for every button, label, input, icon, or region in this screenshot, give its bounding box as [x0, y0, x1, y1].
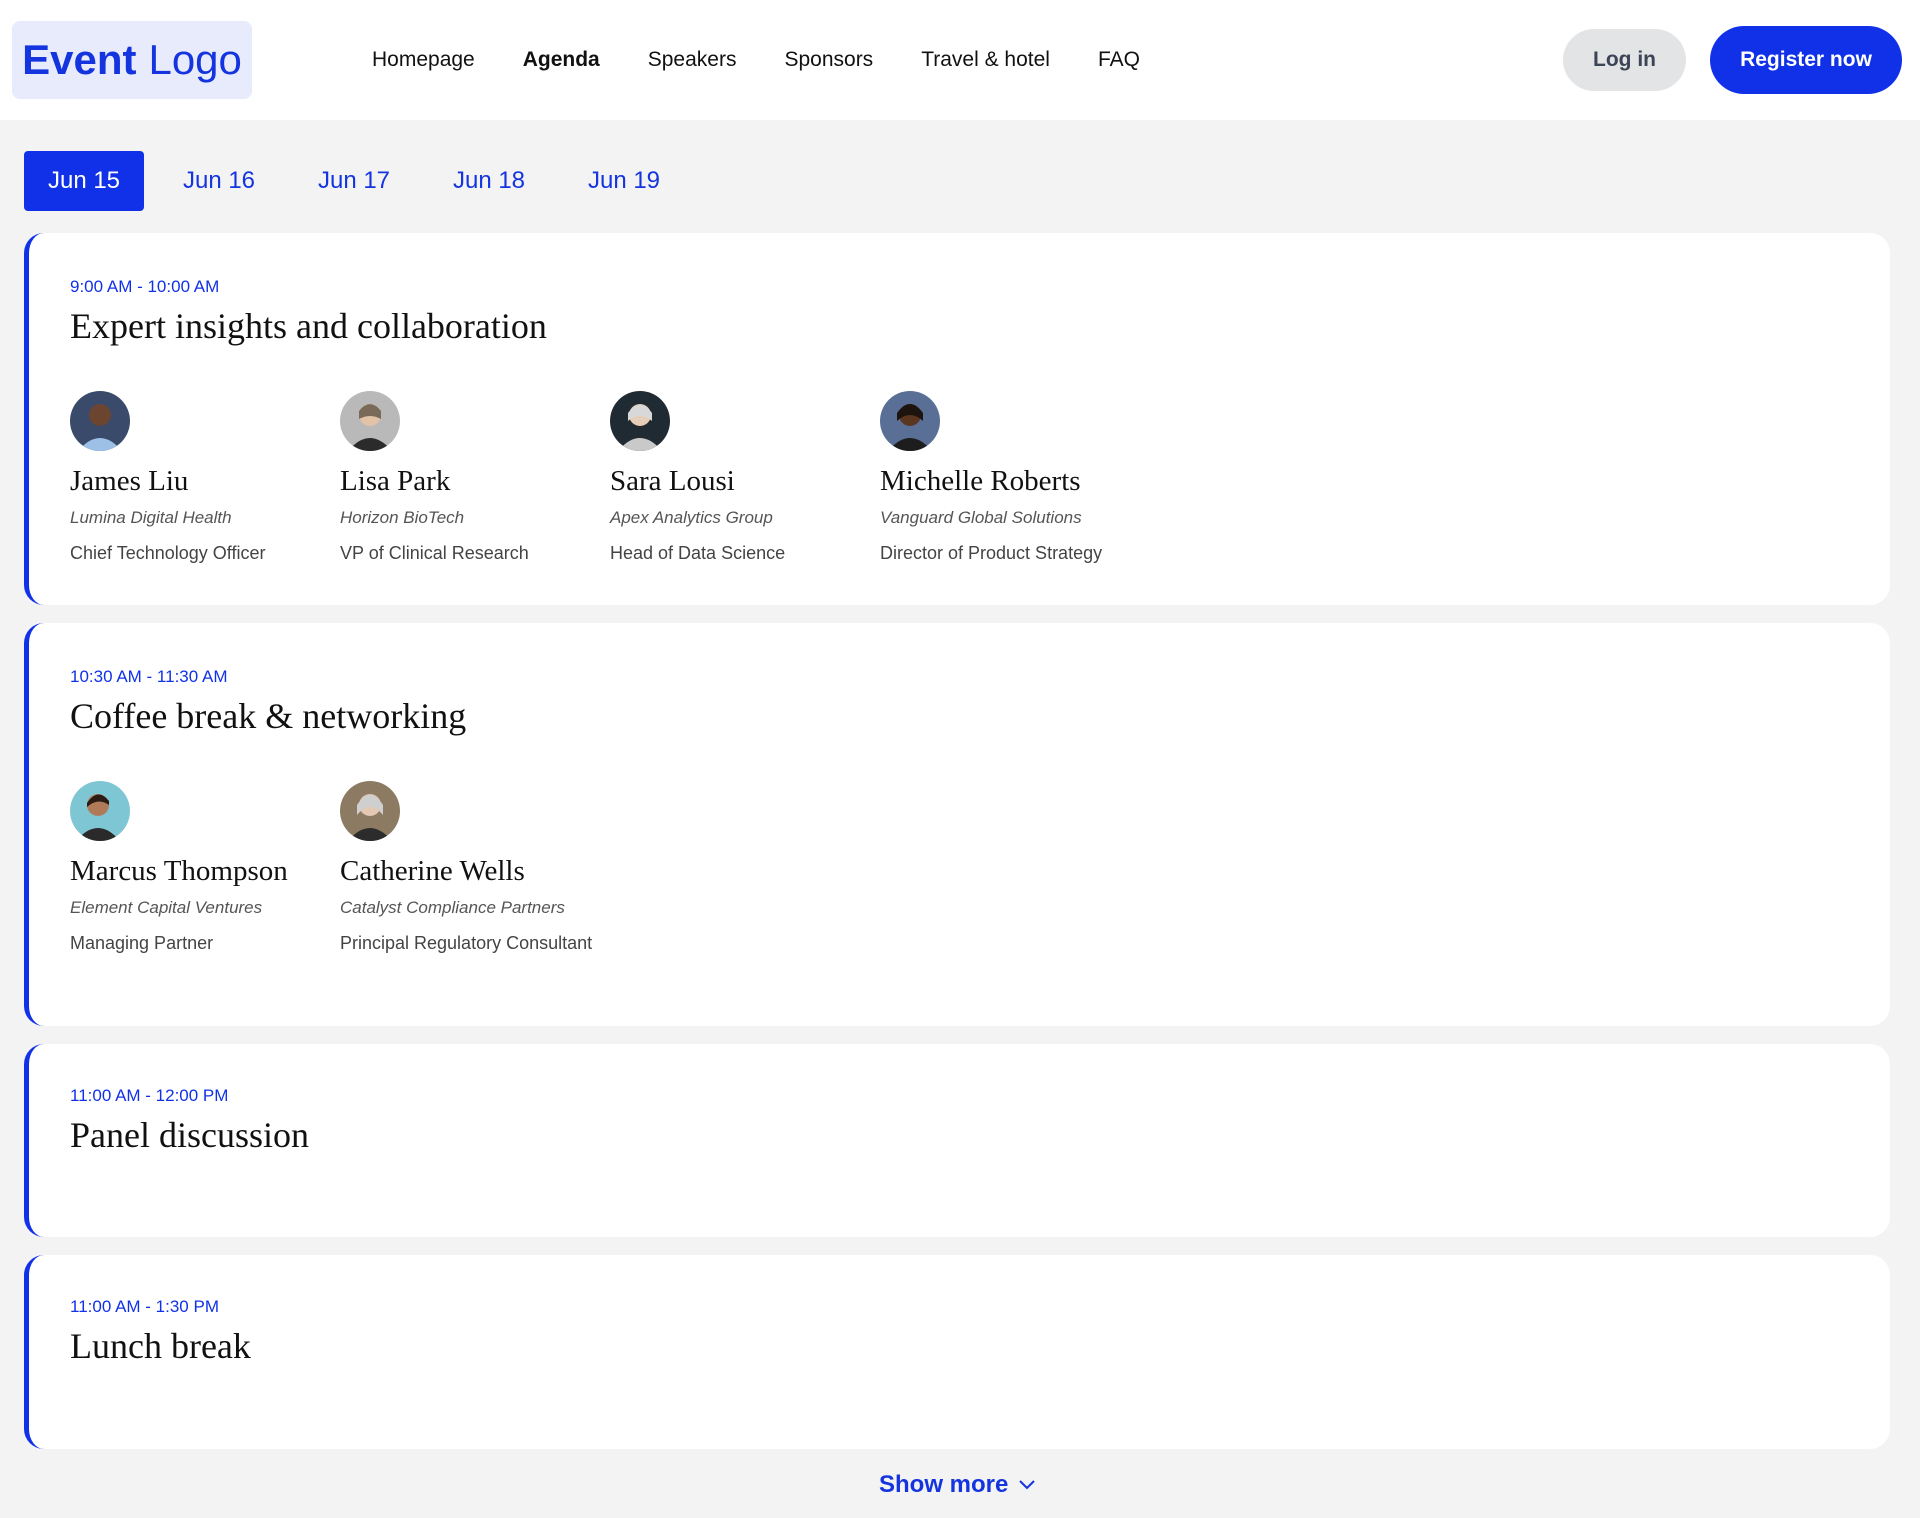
speaker-avatar	[340, 391, 400, 451]
event-logo[interactable]: Event Logo	[12, 21, 252, 99]
speaker-role: Chief Technology Officer	[70, 543, 266, 563]
speaker-organization: Element Capital Ventures	[70, 898, 263, 917]
session-time: 9:00 AM - 10:00 AM	[70, 277, 220, 296]
speaker-card[interactable]: Sara Lousi Apex Analytics Group Head of …	[610, 391, 880, 569]
register-button[interactable]: Register now	[1710, 26, 1902, 94]
date-tabs: Jun 15 Jun 16 Jun 17 Jun 18 Jun 19	[24, 151, 699, 211]
main-nav: Homepage Agenda Speakers Sponsors Travel…	[372, 0, 1188, 120]
speaker-avatar	[70, 391, 130, 451]
tab-jun-18[interactable]: Jun 18	[429, 151, 549, 211]
nav-travel-hotel[interactable]: Travel & hotel	[921, 48, 1050, 72]
session-card: 10:30 AM - 11:30 AM Coffee break & netwo…	[24, 623, 1890, 1026]
speaker-avatar	[70, 781, 130, 841]
session-title: Lunch break	[70, 1326, 251, 1366]
show-more-label: Show more	[879, 1471, 1009, 1498]
speaker-role: Head of Data Science	[610, 543, 786, 563]
tab-jun-15[interactable]: Jun 15	[24, 151, 144, 211]
speaker-role: VP of Clinical Research	[340, 543, 529, 563]
speaker-avatar	[610, 391, 670, 451]
session-card: 11:00 AM - 12:00 PM Panel discussion	[24, 1044, 1890, 1237]
speaker-name: Catherine Wells	[340, 855, 525, 887]
speaker-role: Director of Product Strategy	[880, 543, 1103, 563]
site-header: Event Logo Homepage Agenda Speakers Spon…	[0, 0, 1920, 120]
nav-faq[interactable]: FAQ	[1098, 48, 1140, 72]
speaker-list: James Liu Lumina Digital Health Chief Te…	[70, 391, 1150, 569]
session-card: 9:00 AM - 10:00 AM Expert insights and c…	[24, 233, 1890, 605]
speaker-card[interactable]: Catherine Wells Catalyst Compliance Part…	[340, 781, 610, 959]
speaker-card[interactable]: James Liu Lumina Digital Health Chief Te…	[70, 391, 340, 569]
chevron-down-icon	[1019, 1480, 1036, 1490]
nav-homepage[interactable]: Homepage	[372, 48, 475, 72]
speaker-organization: Apex Analytics Group	[610, 508, 773, 527]
tab-jun-17[interactable]: Jun 17	[294, 151, 414, 211]
nav-speakers[interactable]: Speakers	[648, 48, 737, 72]
speaker-name: Sara Lousi	[610, 465, 735, 497]
speaker-role: Managing Partner	[70, 933, 214, 953]
speaker-role: Principal Regulatory Consultant	[340, 933, 593, 953]
session-title: Coffee break & networking	[70, 696, 467, 736]
speaker-card[interactable]: Michelle Roberts Vanguard Global Solutio…	[880, 391, 1150, 569]
show-more-button[interactable]: Show more	[879, 1468, 1036, 1502]
speaker-card[interactable]: Marcus Thompson Element Capital Ventures…	[70, 781, 340, 959]
logo-bold-text: Event	[22, 36, 137, 83]
nav-agenda[interactable]: Agenda	[523, 48, 600, 72]
speaker-organization: Horizon BioTech	[340, 508, 465, 527]
session-title: Panel discussion	[70, 1115, 309, 1155]
session-time: 11:00 AM - 12:00 PM	[70, 1086, 229, 1105]
session-time: 11:00 AM - 1:30 PM	[70, 1297, 219, 1316]
session-title: Expert insights and collaboration	[70, 306, 547, 346]
logo-regular-text: Logo	[148, 36, 242, 83]
speaker-name: James Liu	[70, 465, 189, 497]
login-button[interactable]: Log in	[1563, 29, 1686, 91]
tab-jun-16[interactable]: Jun 16	[159, 151, 279, 211]
speaker-organization: Vanguard Global Solutions	[880, 508, 1082, 527]
speaker-name: Michelle Roberts	[880, 465, 1081, 497]
session-card: 11:00 AM - 1:30 PM Lunch break	[24, 1255, 1890, 1449]
tab-jun-19[interactable]: Jun 19	[564, 151, 684, 211]
speaker-avatar	[880, 391, 940, 451]
speaker-avatar	[340, 781, 400, 841]
speaker-list: Marcus Thompson Element Capital Ventures…	[70, 781, 610, 959]
speaker-name: Lisa Park	[340, 465, 451, 497]
speaker-organization: Lumina Digital Health	[70, 508, 232, 527]
speaker-organization: Catalyst Compliance Partners	[340, 898, 565, 917]
session-time: 10:30 AM - 11:30 AM	[70, 667, 228, 686]
speaker-card[interactable]: Lisa Park Horizon BioTech VP of Clinical…	[340, 391, 610, 569]
nav-sponsors[interactable]: Sponsors	[784, 48, 873, 72]
speaker-name: Marcus Thompson	[70, 855, 288, 887]
